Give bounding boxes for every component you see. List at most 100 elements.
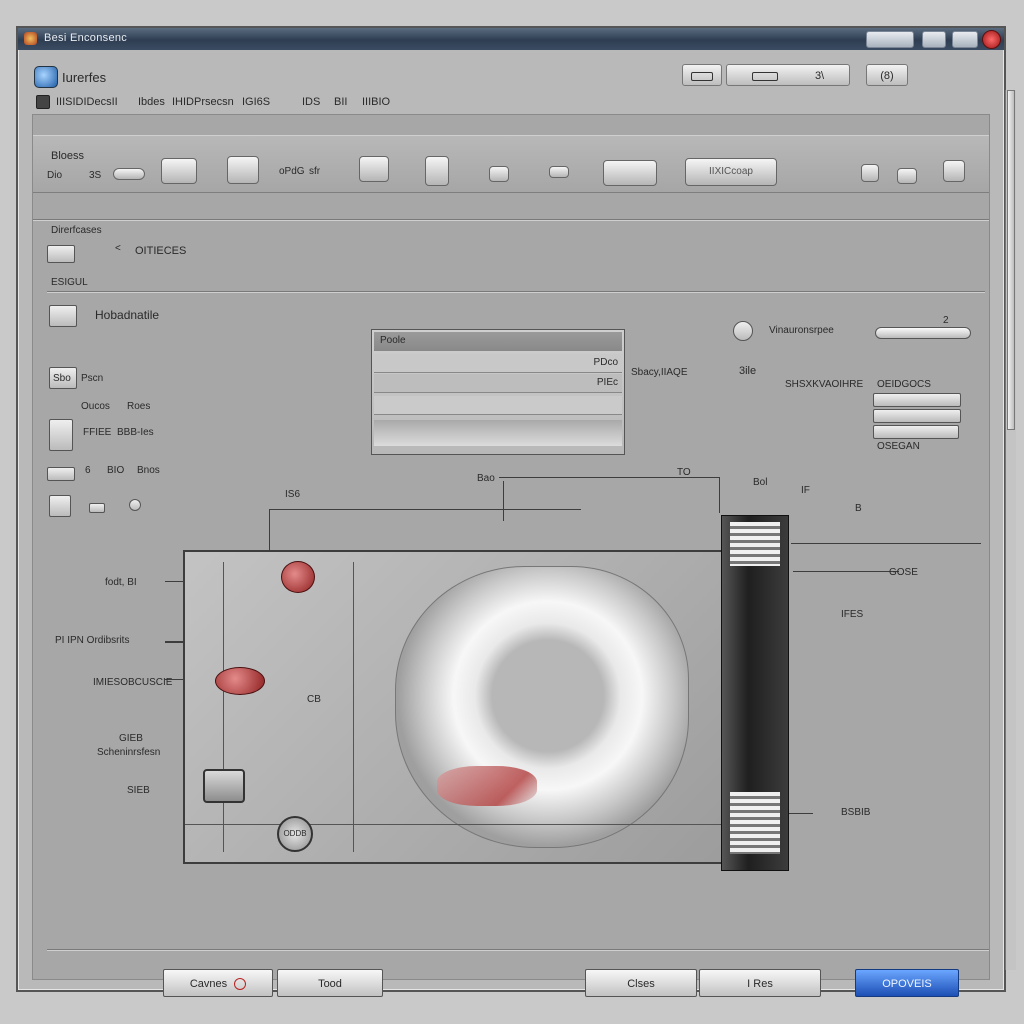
leader-line [503,481,504,521]
machine-icon[interactable] [49,305,77,327]
menu-item-3[interactable]: IHIDPrsecsn [172,96,234,108]
app-window: Besi Enconsenc Iurerfes 3\ (8) IIISIDIDe… [16,26,1016,997]
connector-clip[interactable] [203,769,245,803]
lens-tool-icon[interactable] [425,156,449,186]
inner-line [185,824,729,825]
menu-item-2[interactable]: Ibdes [138,96,165,108]
menu-item-4[interactable]: IGI6S [242,96,270,108]
directory-icon[interactable] [47,245,75,263]
leader-line [793,571,899,572]
menu-item-1[interactable]: IIISIDIDecsII [56,96,118,108]
panel-footer [374,420,622,446]
side-panel-icon[interactable] [49,419,73,451]
tools-button[interactable]: Tood [277,969,383,997]
menu-bar: IIISIDIDecsII Ibdes IHIDPrsecsn IGI6S ID… [32,94,992,112]
cancel-button[interactable]: Cavnes [163,969,273,997]
lock-tool-icon[interactable] [861,164,879,182]
box-tool-icon[interactable] [227,156,259,184]
app-logo-icon [34,66,58,88]
divider [33,219,989,220]
callout-top-left: IS6 [285,489,301,500]
side-square-icon[interactable] [49,495,71,517]
list-item-label: OEIDGOCS [877,379,931,390]
leader-line [791,543,981,544]
side-item-4: Roes [127,401,151,412]
device-housing: CB ODDB [183,550,735,864]
header-button-2[interactable]: 3\ [726,64,850,86]
app-header: Iurerfes 3\ (8) [32,62,992,92]
side-small-icon[interactable] [89,503,105,513]
vertical-scrollbar[interactable] [1005,90,1016,970]
leader-line [269,509,581,510]
panel-row[interactable] [374,396,622,415]
panel-row[interactable]: PDco [374,354,622,373]
scrollbar-thumb[interactable] [1007,90,1015,430]
chevron-left-icon: < [115,243,121,254]
close-button[interactable] [982,30,1001,49]
callout-right-2: B [855,503,862,514]
callout-right-7: IF [801,485,810,496]
fins-bottom [730,792,780,854]
brand-badge: ODDB [277,816,313,852]
callout-left-5: GIEB [119,733,143,744]
cube-tool-icon[interactable] [161,158,197,184]
toolbar-group-label: Bloess [51,150,85,162]
info-icon[interactable] [733,321,753,341]
header-button-3[interactable]: (8) [866,64,908,86]
tool-pill[interactable] [113,168,145,180]
back-button[interactable]: Clses [585,969,697,997]
menu-item-6[interactable]: BII [334,96,347,108]
menu-icon [36,95,50,109]
flat-tool-icon[interactable] [549,166,569,178]
maximize-button[interactable] [922,31,946,48]
side-dot-icon[interactable] [129,499,141,511]
wide-tool-button[interactable]: IIXICcoap [685,158,777,186]
right-row2-label: SHSXKVAOIHRE [785,379,864,390]
monitor-tool-icon[interactable] [897,168,917,184]
list-item-label: OSEGAN [877,441,920,452]
value-slider[interactable] [875,327,971,339]
small-tool-icon[interactable] [489,166,509,182]
settings-panel: Poole PDco PIEc [371,329,625,455]
list-item[interactable] [873,409,961,423]
es-label: ESIGUL [51,277,88,288]
app-icon [24,32,37,45]
cancel-button-label: Cavnes [189,978,228,990]
callout-left-2: fodt, BI [105,577,137,588]
minimize-button[interactable] [952,31,978,48]
panel-row-label: PIEc [596,377,618,388]
toggle-tool-icon[interactable] [603,160,657,186]
window-tool-icon[interactable] [943,160,965,182]
divider [47,291,985,292]
glass-chamber [395,566,689,848]
restore-button[interactable] [866,31,914,48]
callout-top-2: TO [677,467,691,478]
title-bar[interactable]: Besi Enconsenc [18,28,1004,50]
right-row1-label: Sbacy,IIAQE [631,367,688,378]
next-button[interactable]: I Res [699,969,821,997]
right-row1-value: 3ile [739,365,757,377]
box-icon [691,72,713,81]
panel-row-label: Poole [380,335,406,346]
side-item-7: BBB-Ies [117,427,154,438]
menu-item-5[interactable]: IDS [302,96,320,108]
panel-row[interactable]: Poole [374,332,622,351]
panel-row[interactable]: PIEc [374,374,622,393]
side-toggle-icon[interactable] [47,467,75,481]
tool-label-2: 3S [89,170,102,181]
menu-item-7[interactable]: IIIBIO [362,96,390,108]
list-item[interactable] [873,393,961,407]
callout-left-6: Scheninrsfesn [97,747,161,758]
connector-knob-2[interactable] [215,667,265,695]
inner-line [353,562,354,852]
directory-value: OITIECES [135,245,187,257]
header-button-1[interactable] [682,64,722,86]
connector-knob-1[interactable] [281,561,315,593]
frame-tool-icon[interactable] [359,156,389,182]
list-item[interactable] [873,425,959,439]
callout-left-4: IMIESOBCUSCIE [93,677,173,688]
finish-button[interactable]: OPOVEIS [855,969,959,997]
callout-inner-1: CB [307,694,321,705]
callout-right-5: IFES [841,609,864,620]
heat-sink [721,515,789,871]
